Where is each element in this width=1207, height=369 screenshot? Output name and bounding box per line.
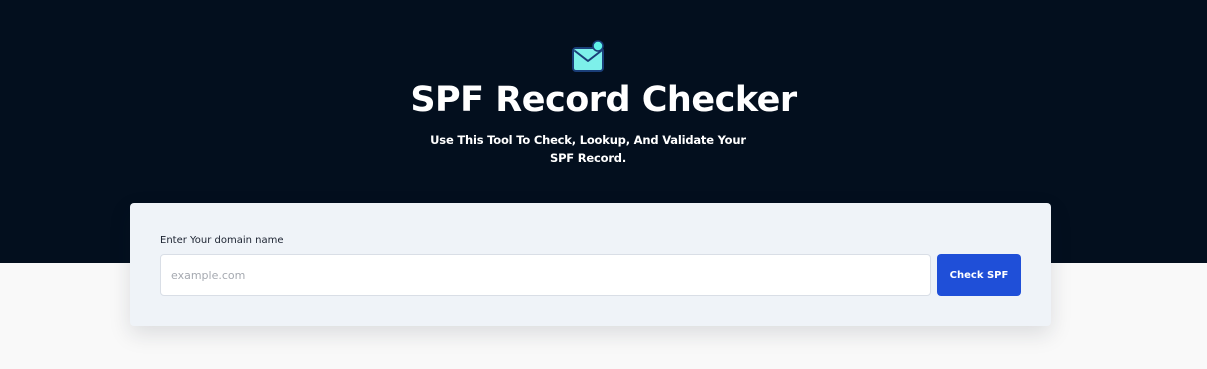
page-title: SPF Record Checker: [410, 80, 797, 120]
envelope-notification-icon: [572, 40, 604, 72]
domain-check-card: Enter Your domain name Check SPF: [130, 203, 1051, 326]
domain-input[interactable]: [160, 254, 931, 296]
page: SPF Record Checker Use This Tool To Chec…: [0, 0, 1207, 369]
domain-field-label: Enter Your domain name: [160, 235, 284, 246]
page-subtitle: Use This Tool To Check, Lookup, And Vali…: [430, 133, 746, 165]
check-spf-button[interactable]: Check SPF: [937, 254, 1021, 296]
